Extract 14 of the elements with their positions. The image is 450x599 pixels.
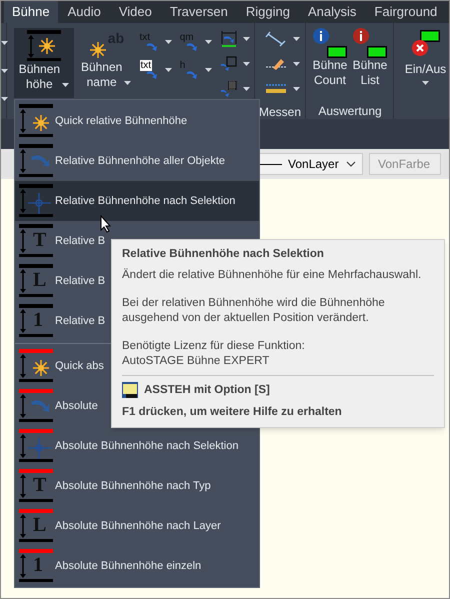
stage-height-icon-letter: 1 — [33, 310, 43, 330]
tooltip-description: Ändert die relative Bühnenhöhe für eine Mehrfachauswahl. — [122, 268, 422, 283]
stage-height-icon-letter: L — [33, 270, 46, 290]
command-name: ASSTEH mit Option [S] — [144, 382, 270, 398]
stage-height-icon-letter: T — [33, 475, 46, 495]
ribbon-group-label: Messen — [258, 105, 302, 119]
stage-height-icon-letter: 1 — [33, 555, 43, 575]
stage-height-icon-letter: T — [33, 230, 46, 250]
ribbon-group-label: Auswertung — [317, 104, 383, 118]
help-hint: F1 drücken, um weitere Hilfe zu erhalten — [122, 405, 343, 420]
tooltip-title: Relative Bühnenhöhe nach Selektion — [122, 247, 325, 262]
tooltip-description: Bei der relativen Bühnenhöhe wird die Bühnenhöhe ausgehend von der aktuellen Position verändert. — [122, 296, 386, 326]
license-note: Benötigte Lizenz für diese Funktion: AutoSTAGE Bühne EXPERT — [122, 339, 306, 369]
stage-height-icon-letter: L — [33, 515, 46, 535]
